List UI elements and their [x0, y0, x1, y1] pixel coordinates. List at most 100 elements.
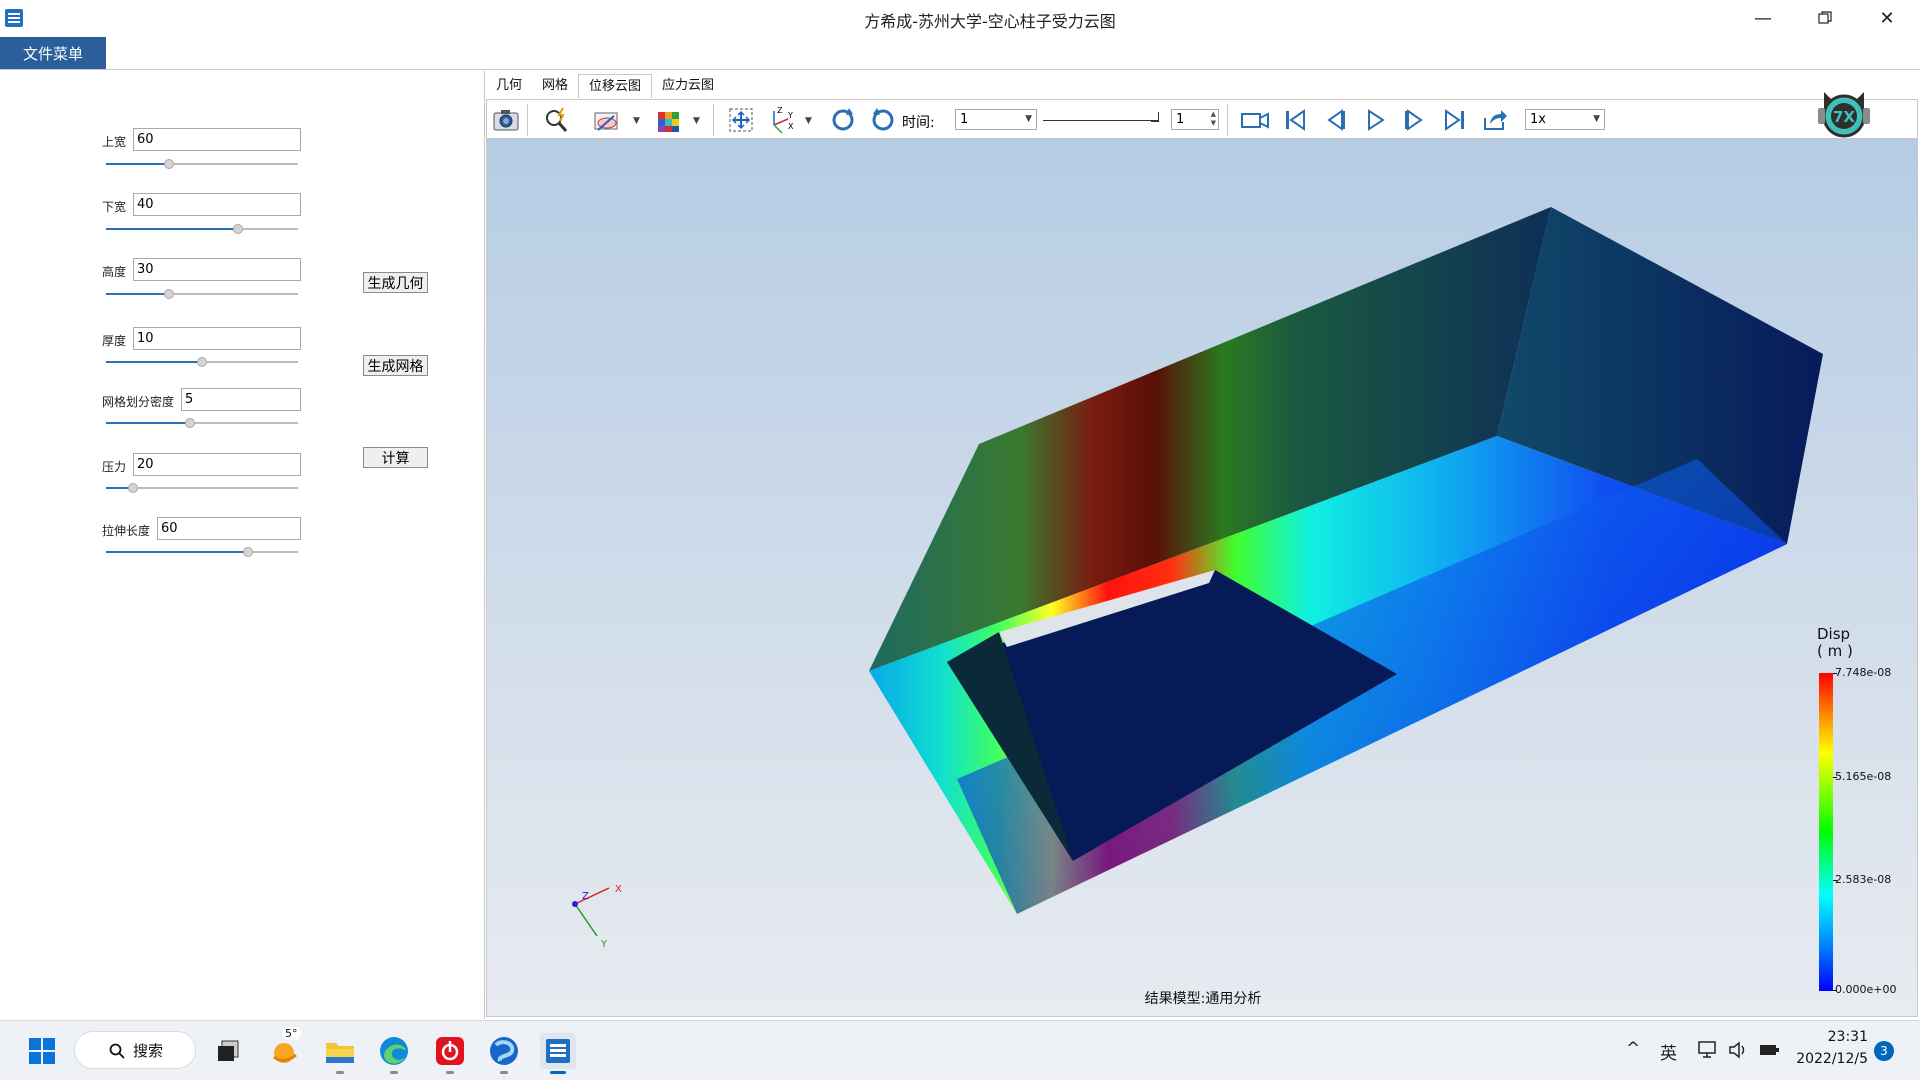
fit-view-button[interactable]: [725, 104, 757, 136]
export-icon: [1484, 110, 1507, 130]
frame-spinbox[interactable]: 1 ▲ ▼: [1171, 109, 1219, 130]
task-view-icon: [218, 1040, 239, 1061]
weather-widget[interactable]: 5°: [268, 1027, 304, 1069]
generate-geometry-button[interactable]: 生成几何: [363, 272, 428, 293]
running-indicator: [336, 1071, 344, 1074]
time-select-value: 1: [960, 112, 969, 127]
pressure-slider[interactable]: [106, 482, 298, 494]
toolbar-separator: [713, 104, 714, 136]
edge-button[interactable]: [376, 1033, 412, 1069]
network-icon[interactable]: [1698, 1041, 1718, 1059]
legend-tick-2: 5.165e-08: [1835, 770, 1892, 783]
chevron-down-icon: ▼: [1025, 114, 1032, 124]
volume-icon[interactable]: [1728, 1041, 1748, 1059]
mesh-color-icon: [658, 112, 679, 132]
param-label-mesh-density: 网格划分密度: [102, 395, 175, 409]
thickness-input[interactable]: 10: [133, 327, 301, 350]
close-button[interactable]: ✕: [1858, 0, 1916, 36]
play-button[interactable]: [1359, 104, 1391, 136]
clock-date[interactable]: 2022/12/5: [1796, 1051, 1868, 1067]
axes-icon: ZYX: [773, 106, 794, 134]
result-viewport[interactable]: Z X Y Disp ( m ) 7.748e-08 5.165e-08 2.5…: [486, 139, 1918, 1017]
minimize-button[interactable]: —: [1734, 0, 1792, 36]
generate-mesh-button[interactable]: 生成网格: [363, 355, 428, 376]
pressure-input[interactable]: 20: [133, 453, 301, 476]
tab-mesh[interactable]: 网格: [532, 74, 578, 98]
height-slider[interactable]: [106, 288, 298, 300]
battery-icon[interactable]: [1758, 1041, 1780, 1059]
export-button[interactable]: [1479, 104, 1511, 136]
top-width-input[interactable]: 60: [133, 128, 301, 151]
parameter-panel: 上宽 60 下宽 40 高度 30 厚度 10 网格划分密度 5 压力 20 拉…: [0, 71, 485, 1019]
slider-thumb[interactable]: [164, 159, 175, 169]
running-indicator: [446, 1071, 454, 1074]
bottom-width-slider[interactable]: [106, 223, 298, 235]
result-model-label: 结果模型:通用分析: [1144, 991, 1262, 1007]
height-input[interactable]: 30: [133, 258, 301, 281]
time-select[interactable]: 1 ▼: [955, 109, 1037, 130]
mesh-color-dropdown-icon[interactable]: ▼: [693, 116, 700, 126]
tab-geometry[interactable]: 几何: [486, 74, 532, 98]
window-title: 方希成-苏州大学-空心柱子受力云图: [864, 12, 1116, 31]
start-button[interactable]: [24, 1033, 60, 1069]
axes-dropdown-icon[interactable]: ▼: [805, 116, 812, 126]
toolbar-separator: [1227, 104, 1228, 136]
hollow-column-model[interactable]: [487, 139, 1919, 1017]
notification-badge[interactable]: 3: [1874, 1041, 1894, 1061]
extrude-length-slider[interactable]: [106, 546, 298, 558]
bottom-width-input[interactable]: 40: [133, 193, 301, 216]
slider-thumb[interactable]: [243, 547, 254, 557]
ime-indicator[interactable]: 英: [1660, 1039, 1677, 1064]
tray-overflow-icon[interactable]: ^: [1626, 1039, 1640, 1059]
prev-frame-button[interactable]: [1319, 104, 1351, 136]
browser-button[interactable]: [486, 1033, 522, 1069]
file-explorer-icon: [326, 1043, 354, 1063]
spin-arrows-icon[interactable]: ▲ ▼: [1211, 110, 1216, 128]
frame-track[interactable]: [1043, 111, 1159, 121]
top-width-slider[interactable]: [106, 158, 298, 170]
slider-thumb[interactable]: [127, 483, 138, 493]
screenshot-button[interactable]: [490, 104, 522, 136]
zoom-region-icon: [546, 107, 568, 132]
netease-music-button[interactable]: [432, 1033, 468, 1069]
zoom-region-button[interactable]: [541, 104, 573, 136]
last-frame-button[interactable]: [1439, 104, 1471, 136]
menu-bar: 文件菜单: [0, 36, 1920, 70]
active-app-button[interactable]: [540, 1033, 576, 1069]
tab-displacement[interactable]: 位移云图: [578, 74, 653, 98]
edge-icon: [380, 1037, 408, 1065]
slider-thumb[interactable]: [233, 224, 244, 234]
clip-plane-dropdown-icon[interactable]: ▼: [633, 116, 640, 126]
compute-button[interactable]: 计算: [363, 447, 428, 468]
slider-thumb[interactable]: [164, 289, 175, 299]
tab-stress[interactable]: 应力云图: [652, 74, 724, 98]
axes-button[interactable]: ZYX: [765, 104, 797, 136]
file-explorer-button[interactable]: [322, 1033, 358, 1069]
extrude-length-input[interactable]: 60: [157, 517, 301, 540]
task-view-button[interactable]: [210, 1033, 246, 1069]
speed-select[interactable]: 1x ▼: [1525, 109, 1605, 130]
clip-plane-button[interactable]: [591, 104, 623, 136]
slider-thumb[interactable]: [185, 418, 196, 428]
clock-time[interactable]: 23:31: [1820, 1029, 1868, 1045]
app-grid-icon: [546, 1039, 570, 1063]
mesh-density-input[interactable]: 5: [181, 388, 301, 411]
slider-fill: [106, 163, 170, 165]
mesh-color-button[interactable]: [653, 104, 685, 136]
slider-fill: [106, 361, 202, 363]
slider-thumb[interactable]: [197, 357, 207, 367]
rotate-ccw-button[interactable]: [867, 104, 899, 136]
mesh-density-slider[interactable]: [106, 417, 298, 429]
search-icon: [109, 1043, 125, 1059]
camera-icon: [493, 110, 519, 131]
record-video-button[interactable]: [1239, 104, 1271, 136]
restore-button[interactable]: [1796, 0, 1854, 36]
slider-fill: [106, 551, 249, 553]
frame-track-handle[interactable]: [1151, 112, 1159, 122]
next-frame-button[interactable]: [1399, 104, 1431, 136]
thickness-slider[interactable]: [106, 356, 298, 368]
first-frame-button[interactable]: [1279, 104, 1311, 136]
rotate-cw-button[interactable]: [827, 104, 859, 136]
file-menu-button[interactable]: 文件菜单: [0, 37, 106, 69]
taskbar-search[interactable]: 搜索: [74, 1031, 196, 1069]
